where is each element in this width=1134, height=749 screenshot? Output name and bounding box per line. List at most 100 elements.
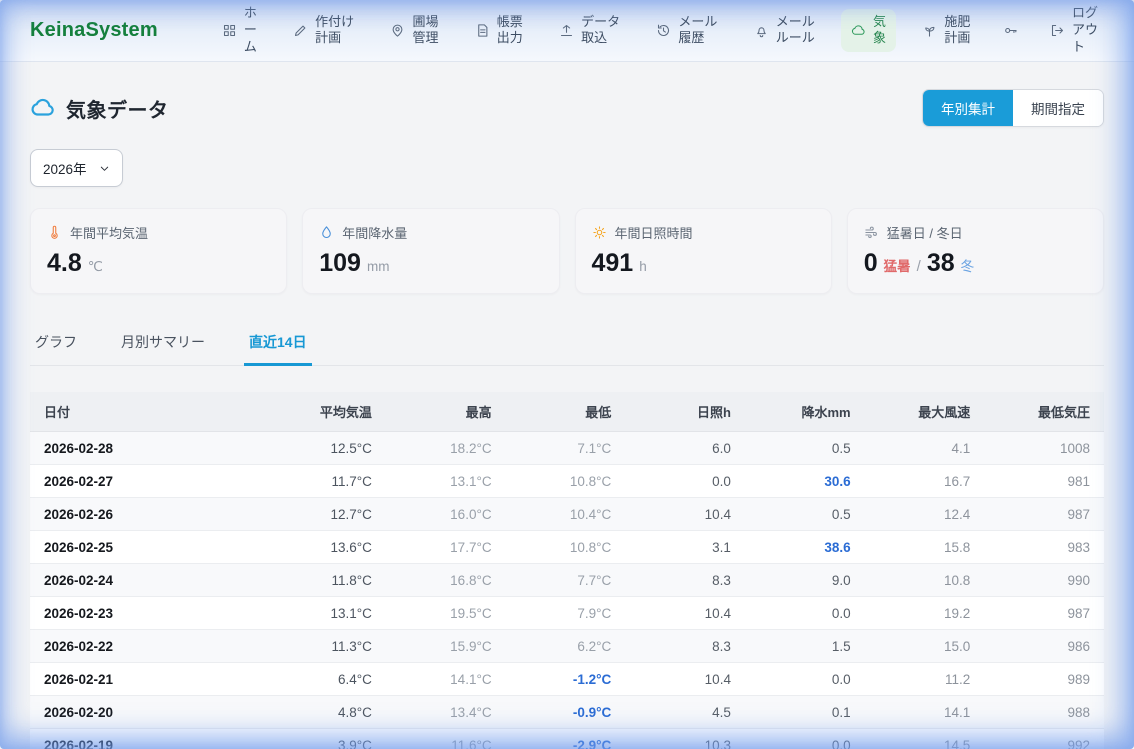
cell-col-1: 11.3°C bbox=[266, 630, 386, 663]
page-title: 気象データ bbox=[66, 94, 169, 123]
view-tabs: グラフ 月別サマリー 直近14日 bbox=[30, 323, 1104, 366]
card-sunshine-unit: h bbox=[639, 259, 647, 274]
page-header: 気象データ 年別集計 期間指定 bbox=[30, 89, 1104, 127]
column-header-5: 降水mm bbox=[745, 392, 865, 432]
table-row: 2026-02-2812.5°C18.2°C7.1°C6.00.54.11008 bbox=[30, 432, 1104, 465]
top-navbar: KeinaSystem ホ ー ム 作付け 計画 圃場 管理 帳票 出力 データ… bbox=[0, 0, 1134, 62]
title-wrap: 気象データ bbox=[30, 94, 169, 123]
cell-col-5: 9.0 bbox=[745, 564, 865, 597]
table-row: 2026-02-204.8°C13.4°C-0.9°C4.50.114.1988 bbox=[30, 696, 1104, 729]
nav-label-field-management: 圃場 管理 bbox=[412, 14, 438, 48]
table-header-row: 日付平均気温最高最低日照h降水mm最大風速最低気圧 bbox=[30, 392, 1104, 432]
cell-col-0: 2026-02-26 bbox=[30, 498, 266, 531]
grid-icon bbox=[222, 23, 237, 38]
nav-item-logout[interactable]: ログ アウ ト bbox=[1040, 0, 1108, 61]
period-select-button[interactable]: 期間指定 bbox=[1013, 90, 1103, 126]
cell-col-1: 13.6°C bbox=[266, 531, 386, 564]
table-row: 2026-02-2711.7°C13.1°C10.8°C0.030.616.79… bbox=[30, 465, 1104, 498]
cell-col-3: 10.8°C bbox=[506, 465, 626, 498]
cell-col-7: 1008 bbox=[984, 432, 1104, 465]
cell-col-2: 15.9°C bbox=[386, 630, 506, 663]
cell-col-4: 10.4 bbox=[625, 597, 745, 630]
column-header-4: 日照h bbox=[625, 392, 745, 432]
cell-col-1: 11.8°C bbox=[266, 564, 386, 597]
thermometer-icon bbox=[47, 225, 62, 240]
cell-col-3: 7.7°C bbox=[506, 564, 626, 597]
tab-monthly-summary[interactable]: 月別サマリー bbox=[116, 323, 210, 366]
cloud-icon bbox=[851, 23, 866, 38]
cell-col-3: -1.2°C bbox=[506, 663, 626, 696]
yearly-summary-button[interactable]: 年別集計 bbox=[923, 90, 1013, 126]
column-header-6: 最大風速 bbox=[865, 392, 985, 432]
card-rainfall: 年間降水量 109 mm bbox=[302, 208, 559, 294]
cell-col-6: 19.2 bbox=[865, 597, 985, 630]
nav-list: ホ ー ム 作付け 計画 圃場 管理 帳票 出力 データ 取込 メール 履歴 メ… bbox=[212, 0, 1108, 61]
card-rainfall-value: 109 bbox=[319, 249, 361, 278]
card-sunshine-value: 491 bbox=[592, 249, 634, 278]
cell-col-3: 10.4°C bbox=[506, 498, 626, 531]
cell-col-0: 2026-02-28 bbox=[30, 432, 266, 465]
cell-col-4: 4.5 bbox=[625, 696, 745, 729]
nav-label-mail-history: メール 履歴 bbox=[678, 14, 717, 48]
tab-recent-14days[interactable]: 直近14日 bbox=[244, 323, 312, 366]
cell-col-6: 15.0 bbox=[865, 630, 985, 663]
cell-col-6: 12.4 bbox=[865, 498, 985, 531]
hot-days-label: 猛暑 bbox=[884, 255, 911, 275]
cell-col-5: 0.0 bbox=[745, 663, 865, 696]
cell-col-1: 11.7°C bbox=[266, 465, 386, 498]
nav-item-fertilizer-plan[interactable]: 施肥 計画 bbox=[912, 9, 980, 53]
nav-item-planting-plan[interactable]: 作付け 計画 bbox=[283, 9, 364, 53]
card-sunshine: 年間日照時間 491 h bbox=[575, 208, 832, 294]
cell-col-7: 987 bbox=[984, 597, 1104, 630]
cell-col-4: 8.3 bbox=[625, 564, 745, 597]
key-button[interactable] bbox=[997, 18, 1024, 43]
nav-label-planting-plan: 作付け 計画 bbox=[315, 14, 354, 48]
nav-label-report-output: 帳票 出力 bbox=[497, 14, 523, 48]
card-extreme-days: 猛暑日 / 冬日 0 猛暑 / 38 冬 bbox=[847, 208, 1104, 294]
map-pin-icon bbox=[390, 23, 405, 38]
upload-icon bbox=[559, 23, 574, 38]
cell-col-3: 7.1°C bbox=[506, 432, 626, 465]
card-extreme-days-label: 猛暑日 / 冬日 bbox=[887, 223, 963, 242]
nav-item-report-output[interactable]: 帳票 出力 bbox=[465, 9, 533, 53]
weather-table-wrap: 日付平均気温最高最低日照h降水mm最大風速最低気圧 2026-02-2812.5… bbox=[30, 392, 1104, 749]
nav-label-mail-rules: メール ルール bbox=[776, 14, 815, 48]
nav-item-weather[interactable]: 気 象 bbox=[841, 9, 896, 53]
document-icon bbox=[475, 23, 490, 38]
cell-col-4: 10.4 bbox=[625, 663, 745, 696]
cell-col-2: 14.1°C bbox=[386, 663, 506, 696]
year-select-value: 2026年 bbox=[43, 158, 87, 178]
cell-col-2: 16.8°C bbox=[386, 564, 506, 597]
table-row: 2026-02-193.9°C11.6°C-2.9°C10.30.014.599… bbox=[30, 729, 1104, 749]
card-rainfall-unit: mm bbox=[367, 259, 390, 274]
cell-col-5: 0.0 bbox=[745, 597, 865, 630]
cold-days-label: 冬 bbox=[961, 255, 975, 275]
tab-graph[interactable]: グラフ bbox=[30, 323, 82, 366]
nav-item-data-import[interactable]: データ 取込 bbox=[549, 9, 630, 53]
year-select[interactable]: 2026年 bbox=[30, 149, 123, 187]
cell-col-2: 18.2°C bbox=[386, 432, 506, 465]
cell-col-6: 15.8 bbox=[865, 531, 985, 564]
table-body: 2026-02-2812.5°C18.2°C7.1°C6.00.54.11008… bbox=[30, 432, 1104, 749]
column-header-3: 最低 bbox=[506, 392, 626, 432]
card-avg-temp-unit: ℃ bbox=[88, 259, 103, 275]
bell-icon bbox=[754, 23, 769, 38]
cold-days-value: 38 bbox=[927, 249, 955, 278]
cell-col-4: 0.0 bbox=[625, 465, 745, 498]
nav-item-mail-history[interactable]: メール 履歴 bbox=[646, 9, 727, 53]
nav-item-mail-rules[interactable]: メール ルール bbox=[744, 9, 825, 53]
cell-col-3: 10.8°C bbox=[506, 531, 626, 564]
cell-col-6: 4.1 bbox=[865, 432, 985, 465]
nav-label-fertilizer-plan: 施肥 計画 bbox=[944, 14, 970, 48]
nav-item-home[interactable]: ホ ー ム bbox=[212, 0, 267, 61]
cell-col-7: 987 bbox=[984, 498, 1104, 531]
cell-col-5: 38.6 bbox=[745, 531, 865, 564]
cell-col-0: 2026-02-22 bbox=[30, 630, 266, 663]
cell-col-0: 2026-02-24 bbox=[30, 564, 266, 597]
sprout-icon bbox=[922, 23, 937, 38]
droplet-icon bbox=[319, 225, 334, 240]
cell-col-1: 3.9°C bbox=[266, 729, 386, 749]
view-toggle: 年別集計 期間指定 bbox=[922, 89, 1104, 127]
nav-item-field-management[interactable]: 圃場 管理 bbox=[380, 9, 448, 53]
brand-logo: KeinaSystem bbox=[30, 19, 158, 42]
